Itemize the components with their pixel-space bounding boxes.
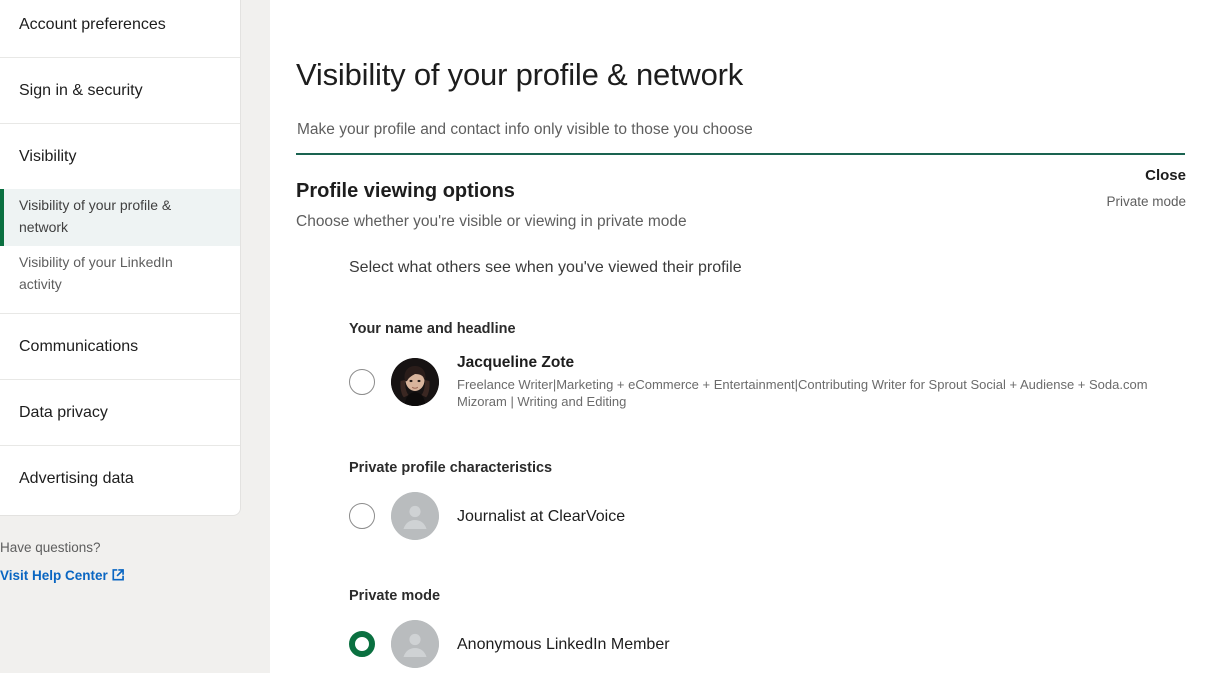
sidebar-section-advertising-data: Advertising data	[0, 446, 240, 511]
sidebar-item-advertising-data[interactable]: Advertising data	[0, 446, 240, 511]
section-subtitle: Choose whether you're visible or viewing…	[296, 213, 687, 231]
avatar	[391, 357, 439, 406]
settings-page: Account preferences Sign in & security V…	[0, 0, 1209, 673]
current-setting-value: Private mode	[1106, 194, 1186, 210]
option-text: Jacqueline Zote Freelance Writer|Marketi…	[457, 353, 1197, 410]
sidebar-section-data-privacy: Data privacy	[0, 380, 240, 446]
option-group-label: Private mode	[349, 588, 441, 605]
sidebar-section-communications: Communications	[0, 314, 240, 380]
help-question-label: Have questions?	[0, 540, 101, 555]
option-name: Journalist at ClearVoice	[457, 507, 626, 525]
radio-button-private-mode[interactable]	[349, 631, 375, 658]
radio-option-private-mode[interactable]: Anonymous LinkedIn Member	[349, 620, 1209, 669]
anonymous-person-icon	[391, 492, 439, 541]
page-title: Visibility of your profile & network	[296, 56, 744, 92]
option-group-label: Private profile characteristics	[349, 460, 553, 477]
sidebar-section-sign-in-security: Sign in & security	[0, 58, 240, 124]
sidebar-item-sign-in-security[interactable]: Sign in & security	[0, 58, 240, 123]
sidebar-item-communications[interactable]: Communications	[0, 314, 240, 379]
option-group-label: Your name and headline	[349, 321, 516, 338]
section-title: Profile viewing options	[296, 180, 515, 203]
sidebar-section-account-preferences: Account preferences	[0, 0, 240, 58]
sidebar-item-data-privacy[interactable]: Data privacy	[0, 380, 240, 445]
sidebar-section-visibility: Visibility Visibility of your profile & …	[0, 124, 240, 314]
option-name: Jacqueline Zote	[457, 354, 575, 372]
page-subtitle: Make your profile and contact info only …	[297, 121, 753, 139]
option-text: Journalist at ClearVoice	[457, 506, 625, 528]
visit-help-center-link[interactable]: Visit Help Center	[0, 568, 108, 583]
settings-sidebar: Account preferences Sign in & security V…	[0, 0, 241, 516]
section-controls: Close Private mode	[1106, 167, 1186, 209]
help-center-link-row[interactable]: Visit Help Center	[0, 568, 241, 583]
option-group-private-profile-characteristics: Private profile characteristics Journali…	[270, 410, 1209, 541]
main-content-panel: Visibility of your profile & network Mak…	[270, 0, 1209, 673]
sidebar-item-visibility[interactable]: Visibility	[0, 124, 240, 189]
external-link-icon	[111, 568, 125, 582]
sidebar-subnav-visibility: Visibility of your profile & network Vis…	[0, 189, 240, 313]
profile-viewing-options-header: Profile viewing options Choose whether y…	[270, 155, 1209, 231]
option-group-name-and-headline: Your name and headline Jacqueline Zote F…	[270, 277, 1209, 410]
option-group-private-mode: Private mode Anonymous LinkedIn Member	[270, 540, 1209, 669]
sidebar-item-visibility-linkedin-activity[interactable]: Visibility of your LinkedIn activity	[0, 246, 240, 303]
selection-prompt: Select what others see when you've viewe…	[349, 259, 742, 277]
option-name: Anonymous LinkedIn Member	[457, 635, 670, 653]
sidebar-item-visibility-profile-network[interactable]: Visibility of your profile & network	[0, 189, 240, 246]
close-button[interactable]: Close	[1106, 167, 1186, 185]
option-text: Anonymous LinkedIn Member	[457, 634, 670, 656]
option-headline: Freelance Writer|Marketing + eCommerce +…	[457, 377, 1148, 410]
anonymous-person-icon	[391, 620, 439, 669]
help-block: Have questions? Visit Help Center	[0, 537, 241, 583]
radio-option-name-and-headline[interactable]: Jacqueline Zote Freelance Writer|Marketi…	[349, 353, 1209, 410]
radio-button-private-profile-characteristics[interactable]	[349, 503, 375, 530]
sidebar-item-account-preferences[interactable]: Account preferences	[0, 0, 240, 57]
radio-button-name-and-headline[interactable]	[349, 368, 375, 395]
radio-option-private-profile-characteristics[interactable]: Journalist at ClearVoice	[349, 492, 1209, 541]
